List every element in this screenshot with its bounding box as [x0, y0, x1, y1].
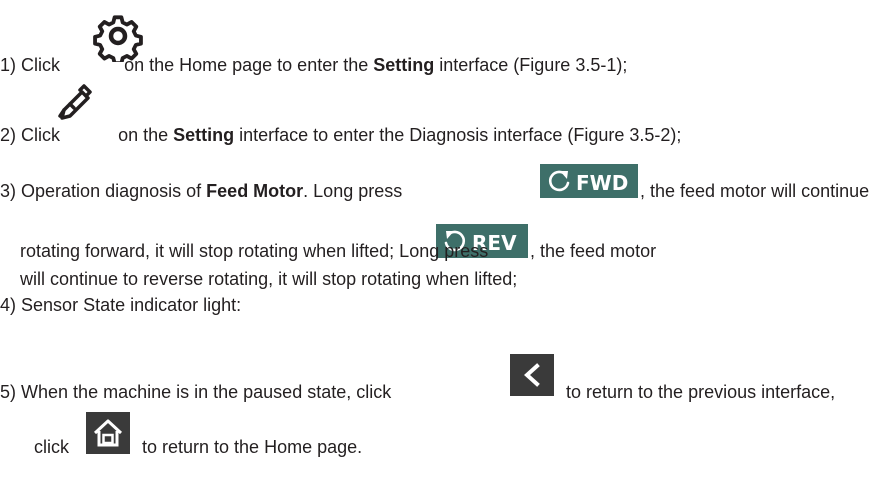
step-3-line-2-after: , the feed motor [530, 241, 657, 261]
step-1: 1) Click on the Home page to enter the S… [0, 54, 627, 76]
step-5-line-2: click [34, 436, 69, 458]
back-arrow-icon [524, 363, 540, 387]
step-4: 4) Sensor State indicator light: [0, 294, 241, 316]
home-button[interactable] [86, 412, 130, 454]
step-3-line-2-end: , the feed motor [530, 240, 656, 262]
step-1-number: 1) [0, 55, 17, 75]
step-3-line-2-text: rotating forward, it will stop rotating … [20, 241, 489, 261]
step-2-text: on the [118, 125, 169, 145]
step-3-line-2: rotating forward, it will stop rotating … [20, 240, 488, 262]
step-3-line-1: 3) Operation diagnosis of Feed Motor. Lo… [0, 180, 402, 202]
step-2: 2) Click on the Setting interface to ent… [0, 124, 681, 146]
step-2-end: interface to enter the Diagnosis interfa… [239, 125, 682, 145]
step-5-line-1: 5) When the machine is in the paused sta… [0, 381, 391, 403]
step-3-intro: Operation diagnosis of [21, 181, 202, 201]
step-5-number: 5) [0, 382, 17, 402]
step-5-line-1-end: to return to the previous interface, [566, 381, 835, 403]
back-button[interactable] [510, 354, 554, 396]
step-1-end: interface (Figure 3.5-1); [439, 55, 628, 75]
step-3-after-fwd: , the feed motor will continue [640, 181, 870, 201]
step-4-number: 4) [0, 295, 17, 315]
step-2-bold: Setting [173, 125, 235, 145]
step-2-click: Click [21, 125, 61, 145]
fwd-label: FWD [576, 171, 629, 195]
rotate-cw-icon [548, 170, 570, 192]
step-5-line-2-end: to return to the Home page. [142, 436, 362, 458]
step-3-line-1-end: , the feed motor will continue [640, 180, 869, 202]
fwd-button[interactable]: FWD [540, 164, 638, 198]
step-5-line-2-click: click [34, 437, 69, 457]
step-5-text: When the machine is in the paused state,… [21, 382, 392, 402]
pen-icon [58, 84, 92, 120]
step-1-click: Click [21, 55, 61, 75]
home-icon [93, 419, 123, 447]
step-3-line-3-text: will continue to reverse rotating, it wi… [20, 269, 518, 289]
step-1-text: on the Home page to enter the [124, 55, 369, 75]
step-5-line-2-after: to return to the Home page. [142, 437, 363, 457]
step-2-number: 2) [0, 125, 17, 145]
step-3-mid: . Long press [303, 181, 403, 201]
step-4-text: Sensor State indicator light: [21, 295, 242, 315]
step-1-bold: Setting [373, 55, 435, 75]
step-3-bold: Feed Motor [206, 181, 304, 201]
step-3-line-3: will continue to reverse rotating, it wi… [20, 268, 517, 290]
step-3-number: 3) [0, 181, 17, 201]
step-5-after: to return to the previous interface, [566, 382, 836, 402]
